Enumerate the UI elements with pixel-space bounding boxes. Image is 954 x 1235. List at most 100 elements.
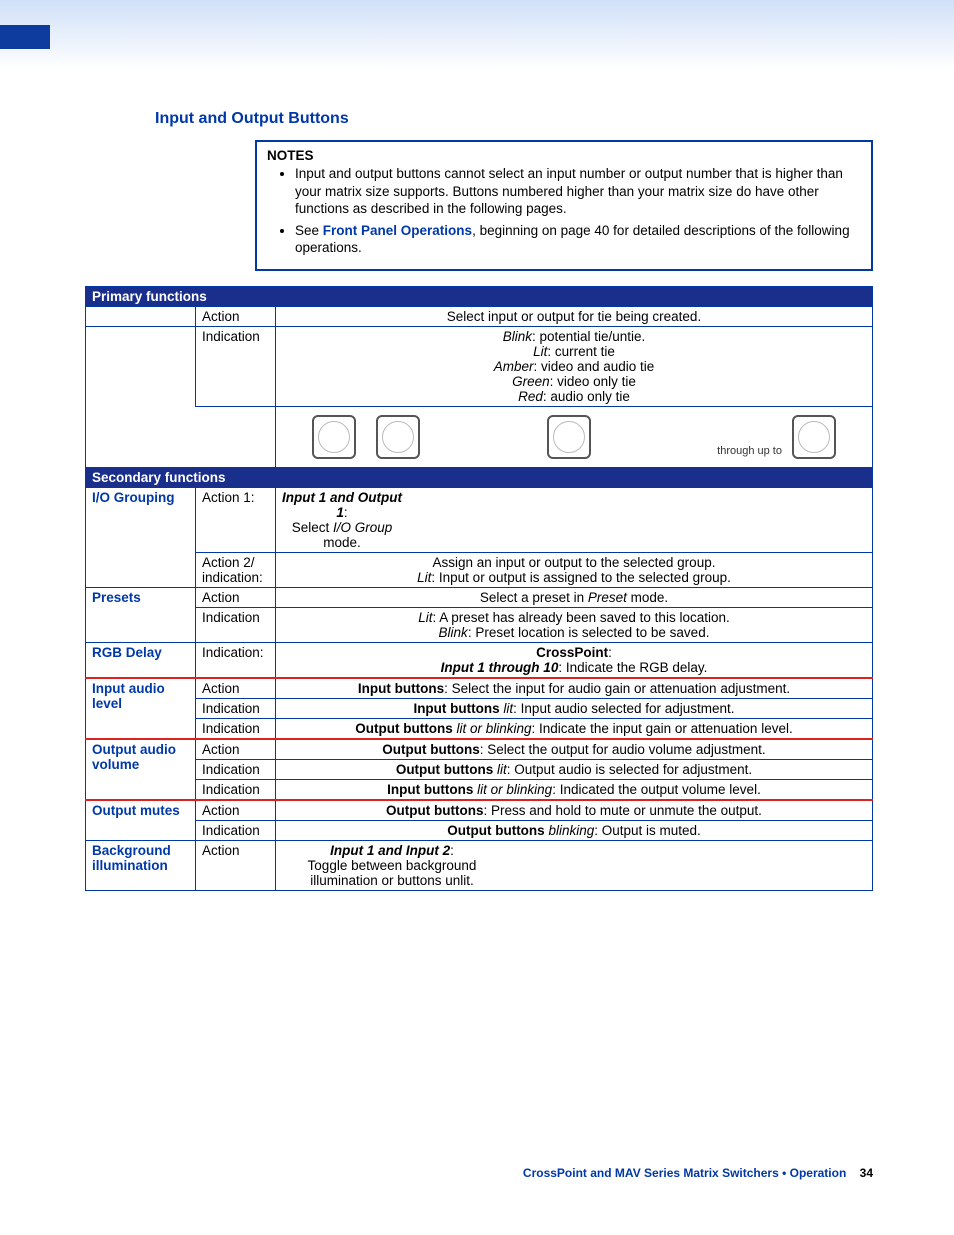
io-grouping-label: I/O Grouping: [86, 487, 196, 587]
text: Input buttons: [413, 701, 499, 716]
action-label: Action: [196, 739, 276, 760]
text: :: [344, 505, 348, 520]
text: Select a preset in: [480, 590, 588, 605]
ov-ind1: Output buttons lit: Output audio is sele…: [276, 759, 873, 779]
action-label: Action: [196, 306, 276, 326]
text: : Input audio selected for adjustment.: [513, 701, 734, 716]
rgb-indication: CrossPoint: Input 1 through 10: Indicate…: [276, 642, 873, 678]
text: lit: [493, 762, 507, 777]
presets-label: Presets: [86, 587, 196, 642]
bg-action: Input 1 and Input 2: Toggle between back…: [276, 840, 873, 890]
text: : Output is muted.: [594, 823, 701, 838]
ov-ind2: Input buttons lit or blinking: Indicated…: [276, 779, 873, 800]
om-action: Output buttons: Press and hold to mute o…: [276, 800, 873, 821]
page-content: Input and Output Buttons NOTES Input and…: [85, 110, 873, 891]
text: : Indicated the output volume level.: [552, 782, 761, 797]
blank-cell: [86, 306, 196, 326]
ia-action: Input buttons: Select the input for audi…: [276, 678, 873, 699]
text: Red: [518, 389, 543, 404]
text: :: [608, 645, 612, 660]
footer-text: CrossPoint and MAV Series Matrix Switche…: [523, 1166, 846, 1180]
indication-label: Indication: [196, 779, 276, 800]
indication-label: Indication: [196, 718, 276, 739]
output-mutes-label: Output mutes: [86, 800, 196, 841]
primary-action-text: Select input or output for tie being cre…: [276, 306, 873, 326]
text: Output buttons: [382, 742, 479, 757]
text: : Press and hold to mute or unmute the o…: [484, 803, 762, 818]
indication-label: Indication: [196, 820, 276, 840]
text: Input 1 and Input 2: [330, 843, 450, 858]
text: Preset: [588, 590, 627, 605]
secondary-header: Secondary functions: [86, 467, 873, 487]
page-number: 34: [860, 1166, 873, 1180]
text: : Input or output is assigned to the sel…: [431, 570, 730, 585]
blank-cell: [86, 406, 276, 467]
notes-box: NOTES Input and output buttons cannot se…: [255, 140, 873, 271]
text: : video and audio tie: [533, 359, 654, 374]
indication-label: Indication: [196, 759, 276, 779]
accent-bar: [0, 25, 50, 49]
phys-button-icon: [792, 415, 836, 459]
io-grouping-a2: Assign an input or output to the selecte…: [276, 552, 873, 587]
text: : Select the output for audio volume adj…: [480, 742, 766, 757]
front-panel-link[interactable]: Front Panel Operations: [323, 223, 472, 238]
blank-cell: [86, 326, 196, 406]
input-audio-label: Input audio level: [86, 678, 196, 739]
text: Toggle between background illumination o…: [308, 858, 477, 888]
section-heading: Input and Output Buttons: [155, 110, 873, 128]
text: Output buttons: [447, 823, 544, 838]
through-label: through up to: [717, 445, 782, 457]
text: lit: [500, 701, 514, 716]
phys-button-icon: [376, 415, 420, 459]
text: Green: [512, 374, 550, 389]
primary-indication: Blink: potential tie/untie. Lit: current…: [276, 326, 873, 406]
presets-action: Select a preset in Preset mode.: [276, 587, 873, 607]
text: : current tie: [547, 344, 615, 359]
text: : potential tie/untie.: [532, 329, 645, 344]
text: Input buttons: [358, 681, 444, 696]
indication-label: Indication: [196, 326, 276, 406]
text: Blink: [503, 329, 532, 344]
text: : Indicate the input gain or attenuation…: [532, 721, 793, 736]
text: CrossPoint: [536, 645, 608, 660]
functions-table: Primary functions Action Select input or…: [85, 286, 873, 891]
text: Output buttons: [355, 721, 452, 736]
text: lit or blinking: [453, 721, 532, 736]
action1-label: Action 1:: [196, 487, 276, 552]
io-grouping-a1: Input 1 and Output 1: Select I/O Group m…: [276, 487, 873, 552]
button-illustration: through up to: [276, 406, 873, 467]
indication-label: Indication: [196, 698, 276, 718]
om-ind: Output buttons blinking: Output is muted…: [276, 820, 873, 840]
page-footer: CrossPoint and MAV Series Matrix Switche…: [85, 1166, 873, 1180]
text: : Preset location is selected to be save…: [468, 625, 710, 640]
action-label: Action: [196, 840, 276, 890]
action-label: Action: [196, 678, 276, 699]
text: : audio only tie: [543, 389, 630, 404]
text: I/O Group: [333, 520, 392, 535]
action2-label: Action 2/ indication:: [196, 552, 276, 587]
text: : Output audio is selected for adjustmen…: [507, 762, 752, 777]
notes-title: NOTES: [267, 148, 861, 163]
text: Lit: [418, 610, 432, 625]
phys-button-icon: [312, 415, 356, 459]
text: Input 1 through 10: [441, 660, 559, 675]
text: Amber: [494, 359, 534, 374]
action-label: Action: [196, 800, 276, 821]
text: mode.: [627, 590, 668, 605]
text: Output buttons: [396, 762, 493, 777]
text: :: [450, 843, 454, 858]
text: Select: [292, 520, 333, 535]
text: Output buttons: [386, 803, 483, 818]
text: : Indicate the RGB delay.: [558, 660, 707, 675]
text: mode.: [323, 535, 361, 550]
text: Input 1 and Output 1: [282, 490, 402, 520]
text: Input buttons: [387, 782, 473, 797]
notes-item: Input and output buttons cannot select a…: [295, 165, 861, 218]
text: See: [295, 223, 323, 238]
text: : video only tie: [550, 374, 636, 389]
ia-ind2: Output buttons lit or blinking: Indicate…: [276, 718, 873, 739]
text: blinking: [545, 823, 595, 838]
text: Assign an input or output to the selecte…: [282, 555, 866, 570]
ov-action: Output buttons: Select the output for au…: [276, 739, 873, 760]
top-gradient: [0, 0, 954, 70]
